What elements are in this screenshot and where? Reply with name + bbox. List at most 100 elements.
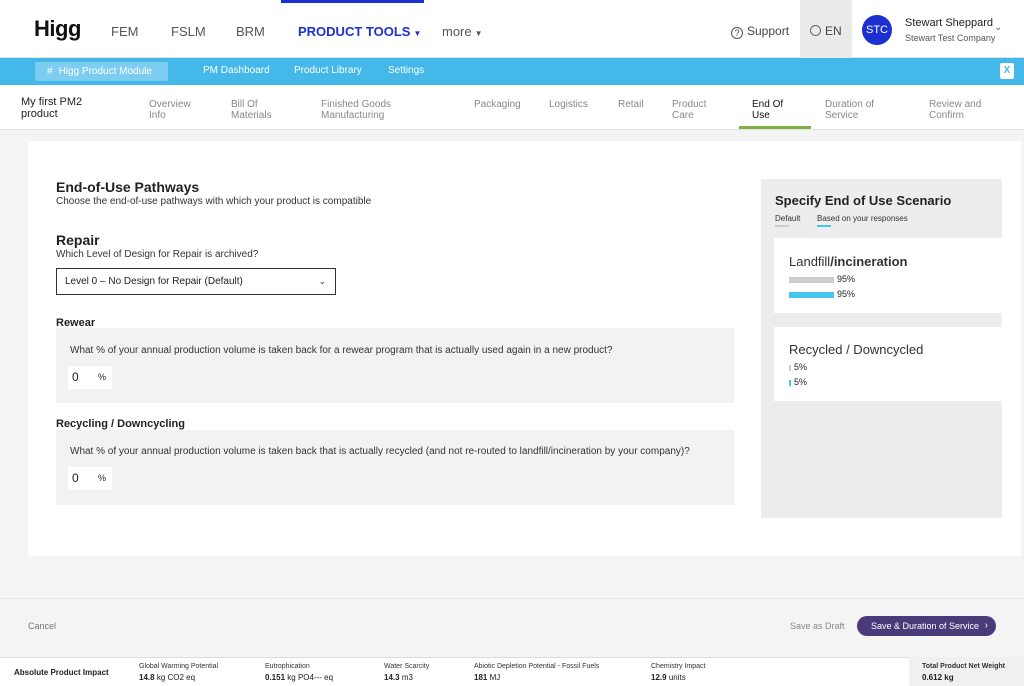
landfill-default-value: 95% <box>837 274 856 284</box>
net-weight-value: 0.612 kg <box>922 673 954 682</box>
repair-level-select[interactable]: Level 0 – No Design for Repair (Default)… <box>56 268 336 295</box>
chevron-down-icon[interactable]: ⌄ <box>994 22 1002 33</box>
landfill-default-bar <box>789 277 834 283</box>
scenario-recycled-title: Recycled / Downcycled <box>789 342 924 357</box>
active-nav-indicator <box>281 0 424 3</box>
cancel-link[interactable]: Cancel <box>28 621 56 631</box>
step-end-of-use[interactable]: End Of Use <box>752 99 792 121</box>
rewear-value: 0 <box>72 370 79 384</box>
step-packaging[interactable]: Packaging <box>474 99 521 110</box>
recycling-value: 0 <box>72 471 79 485</box>
user-company: Stewart Test Company <box>905 33 996 43</box>
step-bill-of-materials[interactable]: Bill Of Materials <box>231 99 291 121</box>
module-label: Higg Product Module <box>58 66 152 77</box>
step-finished-goods-manufacturing[interactable]: Finished Goods Manufacturing <box>321 99 411 121</box>
metric-gwp-number: 14.8 <box>139 673 155 682</box>
metric-adp-unit: MJ <box>489 673 501 682</box>
caret-down-icon: ▼ <box>413 29 422 38</box>
language-selector[interactable]: EN <box>810 24 842 38</box>
landfill-response-value: 95% <box>837 289 856 299</box>
globe-icon <box>810 25 821 36</box>
nav-brm[interactable]: BRM <box>236 24 265 39</box>
rewear-question: What % of your annual production volume … <box>70 345 613 356</box>
legend-default-swatch <box>775 225 789 227</box>
avatar[interactable]: STC <box>862 15 892 45</box>
metric-adp-number: 181 <box>474 673 488 682</box>
step-retail[interactable]: Retail <box>618 99 644 110</box>
recycled-response-bar <box>789 380 791 386</box>
metric-water-value: 14.3 m3 <box>384 673 413 682</box>
repair-level-value: Level 0 – No Design for Repair (Default) <box>65 276 243 287</box>
nav-product-tools-label: PRODUCT TOOLS <box>298 24 411 39</box>
metric-adp-label: Abiotic Depletion Potential - Fossil Fue… <box>474 663 600 670</box>
recycling-question-box <box>56 430 734 505</box>
nav-more[interactable]: more ▼ <box>442 24 483 39</box>
metric-chemistry-unit: units <box>668 673 686 682</box>
nav-more-label: more <box>442 24 472 39</box>
metric-eutrophication-label: Eutrophication <box>265 663 310 670</box>
language-label: EN <box>825 24 842 38</box>
metric-chemistry-number: 12.9 <box>651 673 667 682</box>
metric-eutrophication-unit: kg PO4--- eq <box>287 673 334 682</box>
legend-responses: Based on your responses <box>817 214 908 223</box>
settings-link[interactable]: Settings <box>388 65 424 76</box>
save-draft-link[interactable]: Save as Draft <box>790 621 845 631</box>
recycled-response-value: 5% <box>794 377 808 387</box>
support-label: Support <box>747 24 790 38</box>
active-step-indicator <box>739 126 811 129</box>
pm-dashboard-link[interactable]: PM Dashboard <box>203 65 270 76</box>
grid-icon: # <box>47 66 53 77</box>
help-icon: ? <box>731 27 743 39</box>
higg-logo[interactable]: Higg <box>34 16 81 42</box>
caret-down-icon: ▼ <box>474 29 483 38</box>
metric-water-number: 14.3 <box>384 673 400 682</box>
nav-fem[interactable]: FEM <box>111 24 138 39</box>
nav-fslm[interactable]: FSLM <box>171 24 206 39</box>
page-title: End-of-Use Pathways <box>56 179 200 195</box>
nav-product-tools[interactable]: PRODUCT TOOLS ▼ <box>298 24 421 39</box>
rewear-question-box <box>56 328 734 403</box>
metric-chemistry-value: 12.9 units <box>651 673 686 682</box>
product-library-link[interactable]: Product Library <box>294 65 362 76</box>
save-next-label: Save & Duration of Service <box>871 621 980 631</box>
metric-eutrophication-value: 0.151 kg PO4--- eq <box>265 673 333 682</box>
scenario-card-recycled <box>774 327 1017 401</box>
metric-water-unit: m3 <box>401 673 413 682</box>
rewear-percent-input[interactable]: 0% <box>68 366 112 389</box>
step-review-and-confirm[interactable]: Review and Confirm <box>929 99 989 121</box>
excel-icon[interactable]: X <box>1000 63 1014 79</box>
metric-water-label: Water Scarcity <box>384 663 430 670</box>
step-product-care[interactable]: Product Care <box>672 99 717 121</box>
module-button[interactable]: # Higg Product Module <box>35 62 168 81</box>
scenario-landfill-bold: /incineration <box>830 254 908 269</box>
scenario-title: Specify End of Use Scenario <box>775 193 952 208</box>
support-link[interactable]: ? Support <box>731 24 789 39</box>
recycling-unit: % <box>98 473 107 483</box>
user-name[interactable]: Stewart Sheppard <box>905 17 993 29</box>
scenario-landfill-prefix: Landfill <box>789 254 831 269</box>
chevron-right-icon: › <box>984 620 988 631</box>
legend-default: Default <box>775 214 801 223</box>
metric-eutrophication-number: 0.151 <box>265 673 286 682</box>
recycled-default-value: 5% <box>794 362 808 372</box>
scenario-landfill-title: Landfill/incineration <box>789 254 908 269</box>
recycled-default-bar <box>789 365 791 371</box>
recycling-title: Recycling / Downcycling <box>56 418 185 430</box>
step-logistics[interactable]: Logistics <box>549 99 588 110</box>
metric-gwp-unit: kg CO2 eq <box>156 673 196 682</box>
net-weight-label: Total Product Net Weight <box>922 663 1005 670</box>
product-name: My first PM2 product <box>21 96 83 120</box>
recycling-percent-input[interactable]: 0% <box>68 467 112 490</box>
legend-responses-swatch <box>817 225 831 227</box>
metric-adp-value: 181 MJ <box>474 673 500 682</box>
page-subtitle: Choose the end-of-use pathways with whic… <box>56 196 372 207</box>
landfill-response-bar <box>789 292 834 298</box>
metric-chemistry-label: Chemistry Impact <box>651 663 706 670</box>
recycling-question: What % of your annual production volume … <box>70 446 690 457</box>
repair-question: Which Level of Design for Repair is arch… <box>56 249 259 260</box>
scenario-card-landfill <box>774 238 1017 313</box>
step-duration-of-service[interactable]: Duration of Service <box>825 99 885 121</box>
save-next-button[interactable]: Save & Duration of Service › <box>857 616 996 636</box>
repair-title: Repair <box>56 232 100 248</box>
step-overview-info[interactable]: Overview Info <box>149 99 209 121</box>
